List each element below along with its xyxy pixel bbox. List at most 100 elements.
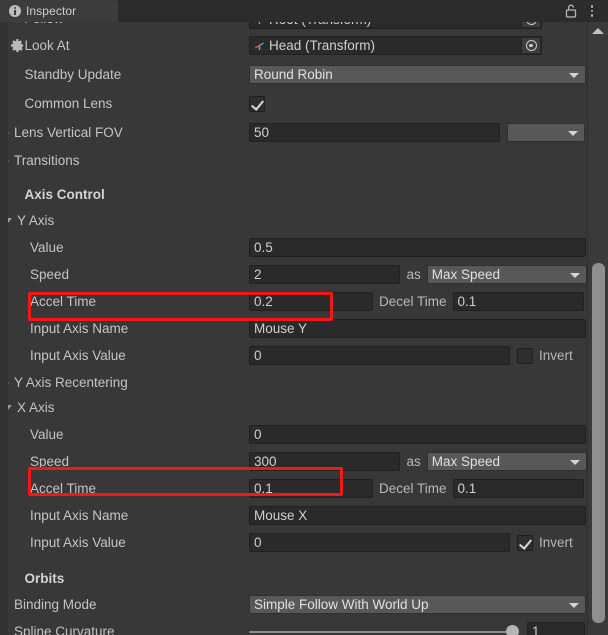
window-titlebar: Inspector	[0, 0, 608, 22]
x-input-axis-name-value: Mouse X	[254, 508, 308, 523]
slider-thumb[interactable]	[506, 625, 519, 635]
x-decel-input[interactable]: 0.1	[452, 479, 584, 498]
x-speed-mode-dropdown[interactable]: Max Speed	[426, 452, 587, 471]
y-decel-label: Decel Time	[379, 294, 447, 309]
y-input-axis-name-input[interactable]: Mouse Y	[249, 319, 586, 338]
lens-vertical-fov-input[interactable]: 50	[249, 123, 500, 142]
row-x-input-axis-value-label: Input Axis Value	[30, 534, 126, 550]
follow-object-field[interactable]: Root (Transform)	[249, 22, 542, 29]
axis-control-header: Axis Control	[24, 187, 105, 202]
vertical-scrollbar[interactable]	[587, 22, 608, 635]
x-speed-input[interactable]: 300	[249, 452, 401, 471]
y-invert-label: Invert	[539, 348, 573, 363]
follow-object-picker[interactable]	[521, 22, 540, 27]
property-list: Follow Root (Transform) Look At	[0, 22, 587, 635]
row-spline-curvature-label: Spline Curvature	[14, 623, 115, 635]
y-invert-checkbox[interactable]	[517, 347, 533, 364]
row-standby-update: Standby Update Round Robin	[0, 62, 587, 87]
y-value-text: 0.5	[254, 240, 273, 255]
orbits-header: Orbits	[24, 571, 65, 586]
row-x-input-axis-name: Input Axis Name Mouse X	[0, 503, 587, 528]
row-y-speed-label: Speed	[30, 266, 70, 282]
inspector-window: Inspector Follow Root (Transfo	[0, 0, 608, 635]
x-input-axis-name-input[interactable]: Mouse X	[249, 506, 586, 525]
row-y-input-axis-name-label: Input Axis Name	[30, 320, 129, 336]
y-accel-text: 0.2	[254, 294, 273, 309]
gear-icon[interactable]	[10, 38, 25, 53]
lens-preset-dropdown[interactable]	[507, 123, 585, 142]
common-lens-checkbox[interactable]	[249, 95, 265, 112]
standby-update-value: Round Robin	[254, 67, 333, 82]
y-value-input[interactable]: 0.5	[249, 238, 586, 257]
look-at-object-field[interactable]: Head (Transform)	[249, 36, 542, 55]
y-speed-mode-dropdown[interactable]: Max Speed	[426, 265, 587, 284]
row-y-value-label: Value	[30, 239, 64, 255]
y-speed-mode-value: Max Speed	[431, 267, 501, 282]
row-x-input-axis-name-label: Input Axis Name	[30, 507, 129, 523]
section-orbits: Orbits	[0, 566, 587, 591]
row-follow: Follow Root (Transform)	[0, 22, 587, 29]
x-axis-label: X Axis	[17, 399, 55, 415]
row-common-lens: Common Lens	[0, 91, 587, 116]
row-y-input-axis-value: Input Axis Value 0 Invert	[0, 343, 587, 368]
row-standby-update-label: Standby Update	[24, 66, 122, 82]
kebab-menu-icon[interactable]	[586, 4, 598, 18]
foldout-y-axis[interactable]: Y Axis	[0, 208, 587, 233]
row-common-lens-label: Common Lens	[24, 95, 113, 111]
foldout-x-axis[interactable]: X Axis	[0, 395, 587, 420]
binding-mode-value: Simple Follow With World Up	[254, 597, 429, 612]
foldout-y-axis-recentering[interactable]: Y Axis Recentering	[0, 370, 587, 395]
x-value-input[interactable]: 0	[249, 425, 586, 444]
row-y-input-axis-name: Input Axis Name Mouse Y	[0, 316, 587, 341]
row-lens-vertical-fov: Lens Vertical FOV 50	[0, 120, 587, 145]
spline-curvature-input[interactable]: 1	[527, 622, 585, 635]
y-decel-text: 0.1	[457, 294, 477, 309]
row-binding-mode-label: Binding Mode	[14, 596, 97, 612]
scroll-up-arrow-icon[interactable]	[592, 28, 604, 34]
row-follow-label: Follow	[11, 22, 64, 26]
row-x-input-axis-value: Input Axis Value 0 Invert	[0, 530, 587, 555]
y-input-axis-value-input[interactable]: 0	[249, 346, 510, 365]
chevron-down-icon	[568, 130, 578, 136]
row-binding-mode: Binding Mode Simple Follow With World Up	[0, 592, 587, 617]
row-x-speed: Speed 300 as Max Speed	[0, 449, 587, 474]
x-invert-checkbox[interactable]	[517, 534, 533, 551]
lock-icon[interactable]	[565, 4, 577, 18]
x-speed-as-label: as	[406, 454, 421, 469]
y-axis-label: Y Axis	[17, 212, 55, 228]
row-lens-vertical-fov-label: Lens Vertical FOV	[14, 124, 123, 140]
look-at-object-picker[interactable]	[521, 38, 540, 53]
row-y-value: Value 0.5	[0, 235, 587, 260]
y-axis-recentering-label: Y Axis Recentering	[14, 374, 128, 390]
row-transitions-label: Transitions	[14, 152, 80, 168]
section-axis-control: Axis Control	[0, 182, 587, 207]
chevron-down-icon	[570, 459, 580, 465]
x-accel-text: 0.1	[254, 481, 273, 496]
row-spline-curvature: Spline Curvature 1	[0, 619, 587, 635]
x-value-text: 0	[254, 427, 262, 442]
lens-vertical-fov-value: 50	[254, 125, 270, 140]
scrollbar-thumb[interactable]	[592, 263, 605, 623]
row-look-at: Look At Head (Transform)	[0, 33, 587, 58]
tab-inspector[interactable]: Inspector	[0, 0, 118, 22]
standby-update-dropdown[interactable]: Round Robin	[249, 65, 586, 84]
row-x-value: Value 0	[0, 422, 587, 447]
panel-left-edge	[0, 22, 8, 635]
follow-value: Root (Transform)	[269, 22, 371, 27]
y-speed-as-label: as	[406, 267, 421, 282]
x-accel-input[interactable]: 0.1	[249, 479, 373, 498]
y-input-axis-value-text: 0	[254, 348, 262, 363]
y-speed-input[interactable]: 2	[249, 265, 401, 284]
row-x-accel-decel: Accel Time 0.1 Decel Time 0.1	[0, 476, 587, 501]
spline-curvature-slider[interactable]	[249, 622, 519, 635]
y-decel-input[interactable]: 0.1	[452, 292, 584, 311]
y-speed-text: 2	[254, 267, 262, 282]
look-at-value: Head (Transform)	[269, 38, 376, 53]
y-accel-input[interactable]: 0.2	[249, 292, 373, 311]
x-speed-text: 300	[254, 454, 277, 469]
transform-icon	[255, 22, 261, 24]
row-x-accel-label: Accel Time	[30, 480, 97, 496]
x-input-axis-value-input[interactable]: 0	[249, 533, 510, 552]
spline-curvature-value: 1	[532, 624, 540, 635]
binding-mode-dropdown[interactable]: Simple Follow With World Up	[249, 595, 586, 614]
